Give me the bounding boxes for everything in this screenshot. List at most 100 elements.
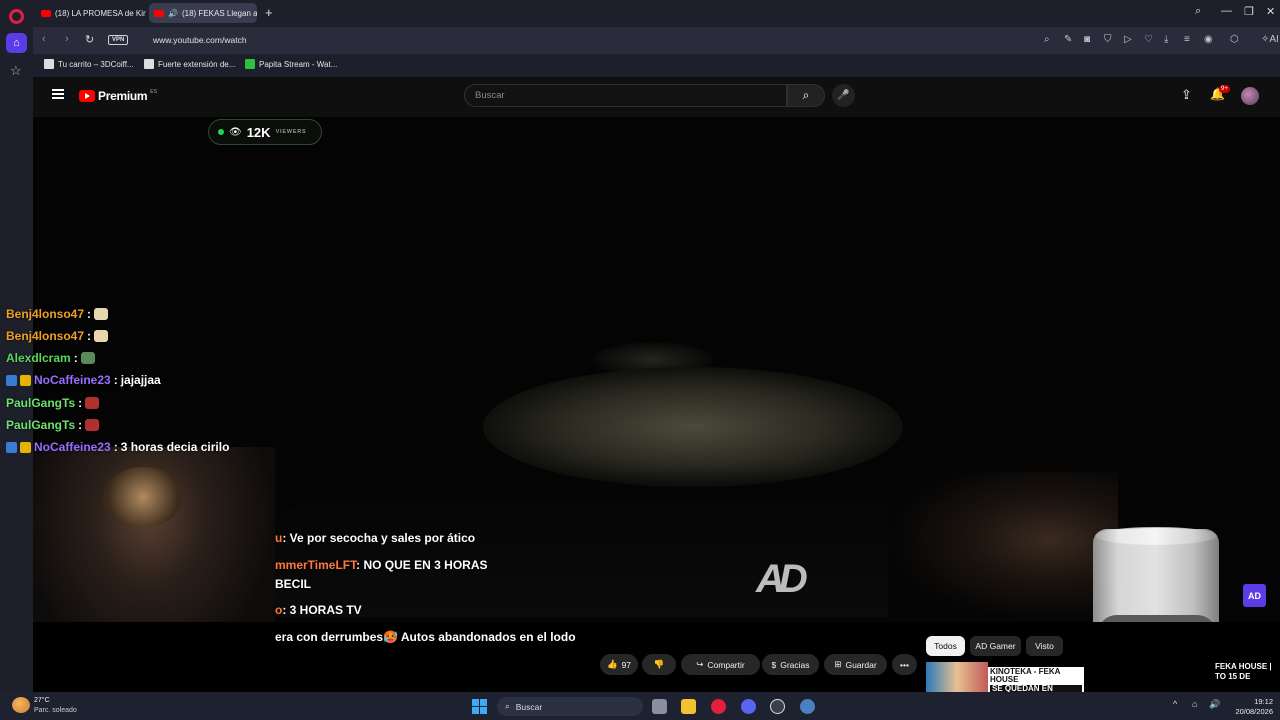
star-icon[interactable]: ☆ — [10, 63, 22, 79]
edit-icon[interactable]: ✎ — [1064, 34, 1072, 45]
bookmark-fuerte-extension[interactable]: Fuerte extensión de... — [144, 59, 235, 69]
save-button[interactable]: ⊞ Guardar — [824, 654, 887, 675]
chat-text: : Ve por secocha y sales por ático — [282, 531, 476, 545]
chat-username: NoCaffeine23 — [34, 440, 111, 454]
chat-message: Benj4lonso47 : — [6, 329, 109, 343]
back-button[interactable]: ‹ — [42, 33, 46, 45]
shield-icon[interactable]: ⛉ — [1104, 34, 1112, 45]
clock[interactable]: 19:12 20/08/2026 — [1230, 697, 1273, 717]
chat-username: PaulGangTs — [6, 418, 76, 432]
search-input[interactable]: Buscar — [464, 84, 787, 107]
search-icon[interactable]: ⌕ — [1044, 34, 1050, 45]
heart-icon[interactable]: ♡ — [1144, 34, 1153, 45]
windows-taskbar: 27°C Parc. soleado ⌕ Buscar ^ ⌂ 🔊 19:12 2… — [0, 692, 1280, 720]
task-view-icon[interactable] — [652, 699, 667, 714]
avatar[interactable] — [1241, 87, 1259, 105]
chip-todos[interactable]: Todos — [926, 636, 965, 656]
bookmark-label: Fuerte extensión de... — [158, 59, 236, 69]
ad-channel-badge[interactable]: AD — [1243, 584, 1266, 607]
search-icon: ⌕ — [802, 88, 810, 102]
address-bar: ‹ › ↻ VPN www.youtube.com/watch ⌕ ✎ ◙ ⛉ … — [33, 27, 1280, 54]
tab-bar: (18) LA PROMESA de King 🔊 (18) FEKAS Lle… — [33, 0, 1280, 27]
voice-search-button[interactable]: 🎤 — [832, 84, 855, 107]
close-window-button[interactable]: ✕ — [1266, 5, 1275, 18]
new-tab-button[interactable]: + — [265, 5, 273, 20]
recommended-title[interactable]: FEKA HOUSE | TO 15 DE — [1215, 662, 1272, 683]
chip-visto[interactable]: Visto — [1026, 636, 1063, 656]
share-icon: ↪ — [696, 659, 704, 669]
download-icon[interactable]: ⤓ — [1164, 34, 1168, 45]
chat-message: u: Ve por secocha y sales por ático — [275, 531, 475, 545]
play-icon[interactable]: ▷ — [1124, 34, 1132, 45]
settings-icon[interactable] — [800, 699, 815, 714]
file-explorer-icon[interactable] — [681, 699, 696, 714]
thanks-icon: $ — [771, 659, 777, 670]
chat-text: BECIL — [275, 577, 311, 591]
upload-icon[interactable]: ⇪ — [1181, 87, 1192, 103]
save-label: Guardar — [845, 659, 877, 670]
more-actions-button[interactable]: ••• — [892, 654, 917, 675]
tab-la-promesa[interactable]: (18) LA PROMESA de King — [36, 3, 146, 23]
taskbar-search[interactable]: ⌕ Buscar — [497, 697, 643, 716]
chat-message: o: 3 HORAS TV — [275, 603, 362, 617]
tab-fekas[interactable]: 🔊 (18) FEKAS Llegan a la — [149, 3, 257, 23]
url-text[interactable]: www.youtube.com/watch — [153, 35, 247, 45]
search-tabs-icon[interactable]: ⌕ — [1195, 5, 1201, 18]
reload-button[interactable]: ↻ — [85, 33, 94, 46]
forward-button[interactable]: › — [65, 33, 69, 45]
streamer-webcam-face — [103, 467, 183, 527]
dislike-button[interactable]: 👎 — [642, 654, 676, 675]
subscriber-badge-icon — [20, 374, 31, 386]
chip-ad-gamer[interactable]: AD Gamer — [970, 636, 1021, 656]
ai-button[interactable]: ✧AI — [1261, 34, 1279, 45]
extension-icon[interactable]: ⬡ — [1230, 34, 1239, 45]
ai-label: AI — [1269, 34, 1279, 45]
youtube-premium-logo[interactable]: Premium ES — [79, 89, 157, 103]
bookmark-favicon-icon — [245, 59, 255, 69]
weather-text[interactable]: Parc. soleado — [34, 707, 77, 714]
minimize-button[interactable]: — — [1221, 5, 1232, 17]
tray-chevron-icon[interactable]: ^ — [1173, 699, 1177, 709]
emote-icon — [85, 419, 100, 431]
bookmark-papita-stream[interactable]: Papita Stream - Wat... — [245, 59, 337, 69]
chat-separator: : — [113, 440, 118, 454]
chat-separator: : — [87, 307, 92, 321]
thumbs-down-icon: 👎 — [653, 659, 665, 669]
microphone-icon: 🎤 — [837, 90, 850, 101]
profile-icon[interactable]: ◉ — [1204, 34, 1213, 45]
recommended-thumbnail[interactable] — [926, 662, 988, 692]
home-icon[interactable]: ⌂ — [6, 33, 27, 53]
like-button[interactable]: 👍 97 — [600, 654, 638, 675]
vpn-badge[interactable]: VPN — [108, 35, 129, 45]
video-title: era con derrumbes🥵 Autos abandonados en … — [275, 630, 576, 644]
like-count: 97 — [621, 659, 632, 670]
camera-icon[interactable]: ◙ — [1084, 34, 1090, 45]
chat-message: PaulGangTs : — [6, 396, 100, 410]
chat-username: Benj4lonso47 — [6, 307, 85, 321]
opera-logo-icon[interactable] — [9, 9, 24, 24]
discord-icon[interactable] — [741, 699, 756, 714]
volume-icon[interactable]: 🔊 — [1209, 699, 1220, 710]
thanks-label: Gracias — [780, 659, 810, 670]
emote-icon — [85, 397, 100, 409]
network-icon[interactable]: ⌂ — [1192, 699, 1197, 709]
menu-icon[interactable]: ≡ — [1184, 34, 1190, 45]
video-player[interactable]: 👁 12K VIEWERS AD AD — [33, 117, 1280, 622]
restore-button[interactable]: ❐ — [1244, 5, 1254, 18]
thanks-button[interactable]: $ Gracias — [762, 654, 819, 675]
weather-icon[interactable] — [12, 697, 30, 713]
chat-username: Alexdlcram — [6, 351, 71, 365]
chat-text: : NO QUE EN 3 HORAS — [356, 558, 488, 572]
app-icon[interactable] — [770, 699, 785, 714]
youtube-favicon-icon — [41, 9, 51, 17]
chat-separator: : — [87, 329, 92, 343]
hamburger-menu-icon[interactable] — [52, 89, 64, 99]
bookmark-tu-carrito[interactable]: Tu carrito – 3DCoiff... — [44, 59, 134, 69]
opera-browser-icon[interactable] — [711, 699, 726, 714]
weather-temp[interactable]: 27°C — [34, 697, 50, 704]
glass-jar-overlay — [1093, 529, 1219, 622]
search-button[interactable]: ⌕ — [787, 84, 825, 107]
windows-start-icon[interactable] — [472, 699, 487, 714]
chat-text: 3 horas decia cirilo — [120, 440, 230, 454]
share-button[interactable]: ↪ Compartir — [681, 654, 760, 675]
